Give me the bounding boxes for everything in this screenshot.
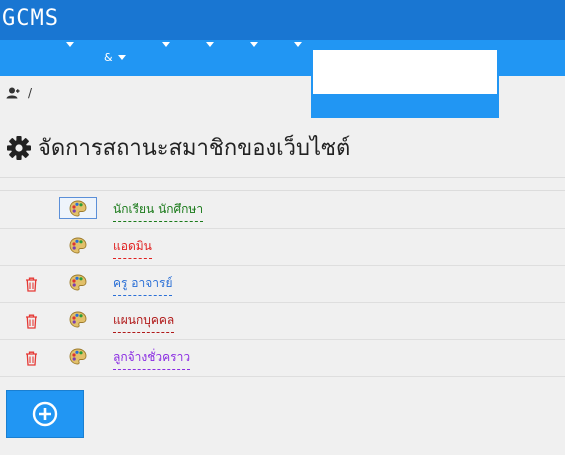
status-label[interactable]: นักเรียน นักศึกษา	[113, 200, 204, 222]
palette-icon	[69, 274, 87, 290]
nav-dropdown-item[interactable]	[313, 50, 497, 94]
delete-status-button[interactable]	[25, 277, 38, 296]
breadcrumb-separator: /	[28, 86, 33, 100]
status-label[interactable]: แผนกบุคคล	[113, 311, 175, 333]
page-heading: จัดการสถานะสมาชิกของเว็บไซต์	[6, 130, 350, 165]
status-label[interactable]: ลูกจ้างชั่วคราว	[113, 348, 191, 370]
delete-status-button[interactable]	[25, 351, 38, 370]
change-color-button[interactable]	[59, 234, 97, 256]
status-label[interactable]: ครู อาจารย์	[113, 274, 173, 296]
nav-menu-5-caret[interactable]	[250, 42, 258, 47]
add-status-button[interactable]	[6, 390, 84, 438]
status-row: แผนกบุคคล	[0, 302, 565, 340]
page-title: จัดการสถานะสมาชิกของเว็บไซต์	[38, 136, 351, 161]
app-logo[interactable]: GCMS	[2, 6, 59, 31]
change-color-button[interactable]	[59, 308, 97, 330]
trash-icon	[26, 314, 37, 329]
status-label[interactable]: แอดมิน	[113, 237, 152, 259]
status-row: ครู อาจารย์	[0, 265, 565, 303]
gear-icon	[7, 135, 31, 160]
palette-icon	[69, 237, 87, 253]
nav-menu-1-caret[interactable]	[66, 42, 74, 47]
user-icon[interactable]	[6, 87, 20, 99]
delete-status-button[interactable]	[25, 314, 38, 333]
change-color-button[interactable]	[59, 197, 97, 219]
palette-icon	[69, 200, 87, 216]
palette-icon	[69, 348, 87, 364]
trash-icon	[26, 351, 37, 366]
nav-menu-2-label[interactable]: &	[104, 51, 113, 64]
top-bar: GCMS	[0, 0, 565, 40]
status-row: ลูกจ้างชั่วคราว	[0, 339, 565, 377]
nav-menu-2-caret[interactable]	[118, 55, 126, 60]
header-divider	[0, 177, 565, 178]
nav-menu-6-caret[interactable]	[294, 42, 302, 47]
change-color-button[interactable]	[59, 345, 97, 367]
status-row: นักเรียน นักศึกษา	[0, 191, 565, 229]
nav-dropdown	[311, 40, 499, 118]
palette-icon	[69, 311, 87, 327]
breadcrumb: /	[6, 86, 32, 100]
plus-circle-icon	[32, 401, 58, 427]
trash-icon	[26, 277, 37, 292]
status-row: แอดมิน	[0, 228, 565, 266]
nav-menu-3-caret[interactable]	[162, 42, 170, 47]
change-color-button[interactable]	[59, 271, 97, 293]
nav-menu-4-caret[interactable]	[206, 42, 214, 47]
